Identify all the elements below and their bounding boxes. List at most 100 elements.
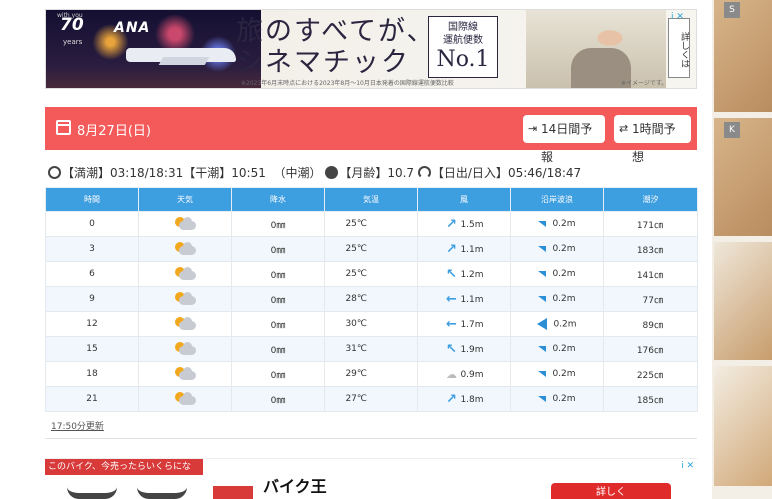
- header-temp: 気温: [324, 187, 418, 212]
- temp-cell: 31℃: [324, 336, 418, 362]
- 1-hour-forecast-button[interactable]: ⇄ 1時間予想: [614, 115, 691, 164]
- forecast-date: 8月27日(日): [77, 124, 151, 139]
- time-cell: 15: [45, 336, 139, 362]
- tide-level-cell: 171㎝: [603, 211, 698, 237]
- ad-footnote: ※2023年6月末時点における2023年8月〜10月日本発着の国際線運航便数比較: [241, 80, 454, 87]
- side-furniture-ad[interactable]: S K: [712, 0, 772, 499]
- wave-direction-icon: [538, 345, 547, 352]
- furniture-image-2: [714, 118, 772, 236]
- time-cell: 6: [45, 261, 139, 287]
- ad-headline-line1: 旅のすべてが、: [236, 16, 436, 47]
- divider: [45, 438, 697, 439]
- ad-years-text: years: [63, 38, 83, 46]
- wind-cell: ↗ 1.8m: [417, 386, 511, 412]
- sun-value: 05:46/18:47: [507, 166, 582, 180]
- motorcycle-image-2: [137, 481, 187, 499]
- wind-speed: 1.5m: [460, 219, 484, 230]
- airplane-image: [126, 48, 236, 62]
- wind-speed: 1.7m: [460, 319, 484, 330]
- 14-day-forecast-button[interactable]: ⇥ 14日間予報: [523, 115, 605, 164]
- adchoices-icon[interactable]: i ✕: [681, 461, 694, 471]
- wave-height: 0.2m: [552, 219, 576, 229]
- wave-cell: 0.2m: [510, 261, 604, 287]
- ad-cta-button[interactable]: 詳しく: [551, 483, 671, 499]
- wave-direction-icon: [538, 395, 547, 402]
- tide-level-cell: 185㎝: [603, 386, 698, 412]
- header-precip: 降水: [231, 187, 325, 212]
- time-cell: 9: [45, 286, 139, 312]
- weather-table: 時間 天気 降水 気温 風 沿岸波浪 潮汐 0 0㎜ 25℃ ↗ 1.5m 0.2m 171…: [45, 187, 698, 412]
- wave-cell: 0.2m: [510, 336, 604, 362]
- ad-badge-line2: 運航便数: [443, 35, 483, 46]
- wind-direction-icon: ↗: [446, 241, 457, 257]
- table-row: 15 0㎜ 31℃ ↖ 1.9m 0.2m 176㎝: [45, 336, 698, 362]
- tide-type: （中潮）: [273, 166, 322, 180]
- wave-cell: 0.2m: [510, 286, 604, 312]
- ad-badge-line1: 国際線: [448, 22, 478, 33]
- wave-height: 0.2m: [552, 344, 576, 354]
- precip-cell: 0㎜: [231, 361, 325, 387]
- wave-direction-icon: [538, 370, 547, 377]
- top-banner-ad[interactable]: with you 70 years ANA 旅のすべてが、 シネマチック 国際線…: [45, 9, 697, 89]
- wind-direction-icon: ↗: [446, 216, 457, 232]
- wave-height: 0.2m: [552, 269, 576, 279]
- sun-label: 【日出/日入】: [431, 166, 508, 180]
- ad-headline: 旅のすべてが、 シネマチック: [236, 16, 436, 78]
- table-row: 9 0㎜ 28℃ ← 1.1m 0.2m 77㎝: [45, 286, 698, 312]
- header-tide: 潮汐: [603, 187, 698, 212]
- cloudy-sun-icon: [174, 292, 196, 306]
- wave-height: 0.2m: [553, 319, 577, 330]
- wave-cell: 0.2m: [510, 386, 604, 412]
- precip-cell: 0㎜: [231, 336, 325, 362]
- cloudy-sun-icon: [174, 342, 196, 356]
- low-tide-value: 10:51: [231, 166, 266, 180]
- ad-logo-stub: [213, 486, 253, 499]
- ad-70-logo: 70: [60, 15, 84, 35]
- bottom-bike-ad[interactable]: このバイク、今売ったらいくらになる? バイク王 詳しく i ✕: [45, 458, 697, 499]
- wind-cell: ☁ 0.9m: [417, 361, 511, 387]
- calendar-icon: [56, 120, 71, 135]
- page: with you 70 years ANA 旅のすべてが、 シネマチック 国際線…: [0, 0, 772, 499]
- wind-direction-icon: ↖: [446, 341, 457, 357]
- time-cell: 0: [45, 211, 139, 237]
- cloudy-sun-icon: [174, 242, 196, 256]
- furniture-image-3: [714, 242, 772, 360]
- temp-cell: 25℃: [324, 261, 418, 287]
- exit-icon: ⇥: [528, 122, 538, 135]
- table-row: 6 0㎜ 25℃ ↖ 1.2m 0.2m 141㎝: [45, 261, 698, 287]
- tide-summary: 【満潮】03:18/18:31【干潮】10:51 （中潮） 【月齢】10.7 【…: [48, 164, 581, 181]
- wave-height: 0.2m: [552, 294, 576, 304]
- table-row: 0 0㎜ 25℃ ↗ 1.5m 0.2m 171㎝: [45, 211, 698, 237]
- cloudy-sun-icon: [174, 392, 196, 406]
- updated-time-link[interactable]: 17:50分更新: [51, 419, 104, 432]
- wind-cell: ↗ 1.5m: [417, 211, 511, 237]
- wind-speed: 1.1m: [460, 244, 484, 255]
- weather-cell: [138, 236, 232, 262]
- table-header-row: 時間 天気 降水 気温 風 沿岸波浪 潮汐: [45, 187, 698, 212]
- wind-cell: ↖ 1.9m: [417, 336, 511, 362]
- wave-direction-icon: [538, 295, 547, 302]
- time-cell: 12: [45, 311, 139, 337]
- precip-cell: 0㎜: [231, 311, 325, 337]
- moon-age-label: 【月齢】: [339, 166, 388, 180]
- header-wind: 風: [417, 187, 511, 212]
- adchoices-icon[interactable]: i ✕: [671, 12, 693, 23]
- table-row: 3 0㎜ 25℃ ↗ 1.1m 0.2m 183㎝: [45, 236, 698, 262]
- tide-level-cell: 176㎝: [603, 336, 698, 362]
- tide-level-cell: 183㎝: [603, 236, 698, 262]
- temp-cell: 25℃: [324, 211, 418, 237]
- wind-speed: 1.1m: [460, 294, 484, 305]
- ad-airline-logo: ANA: [114, 20, 151, 36]
- wave-height: 0.2m: [552, 369, 576, 379]
- weather-cell: [138, 261, 232, 287]
- date-header-bar: 8月27日(日) ⇥ 14日間予報 ⇄ 1時間予想: [45, 107, 697, 164]
- temp-cell: 29℃: [324, 361, 418, 387]
- ad-badge-number: No.1: [436, 47, 490, 72]
- weather-cell: [138, 386, 232, 412]
- table-row: 18 0㎜ 29℃ ☁ 0.9m 0.2m 225㎝: [45, 361, 698, 387]
- wind-speed: 1.2m: [460, 269, 484, 280]
- ad-brand-title: バイク王: [263, 477, 327, 496]
- table-row: 21 0㎜ 27℃ ↗ 1.8m 0.2m 185㎝: [45, 386, 698, 412]
- ad-details-link[interactable]: 詳しくは: [668, 18, 690, 78]
- calm-wind-icon: ☁: [445, 367, 457, 381]
